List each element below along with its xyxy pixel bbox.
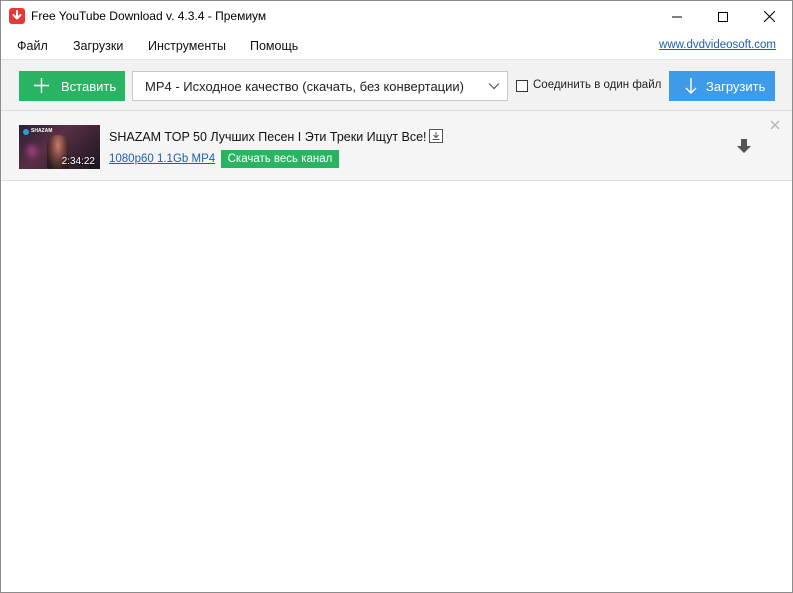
video-thumbnail: SHAZAM 2:34:22 [19, 125, 100, 169]
maximize-button[interactable] [700, 1, 746, 32]
video-title: SHAZAM TOP 50 Лучших Песен I Эти Треки И… [109, 130, 427, 144]
maximize-icon [718, 11, 728, 22]
format-select[interactable]: MP4 - Исходное качество (скачать, без ко… [132, 71, 508, 101]
paste-button-label: Вставить [61, 79, 117, 94]
list-item[interactable]: SHAZAM 2:34:22 SHAZAM TOP 50 Лучших Песе… [1, 111, 792, 181]
close-button[interactable] [746, 1, 792, 32]
menu-tools[interactable]: Инструменты [148, 39, 226, 53]
shazam-logo-icon [23, 129, 29, 135]
paste-button[interactable]: Вставить [19, 71, 125, 101]
download-arrow-icon[interactable] [736, 138, 752, 154]
video-quality-link[interactable]: 1080p60 1.1Gb MP4 [109, 153, 215, 165]
menu-file[interactable]: Файл [17, 39, 48, 53]
arrow-down-icon [685, 78, 697, 94]
format-select-value: MP4 - Исходное качество (скачать, без ко… [145, 79, 464, 94]
title-bar: Free YouTube Download v. 4.3.4 - Премиум [1, 1, 792, 32]
download-button[interactable]: Загрузить [669, 71, 775, 101]
download-list: SHAZAM 2:34:22 SHAZAM TOP 50 Лучших Песе… [1, 111, 792, 592]
download-channel-button[interactable]: Скачать весь канал [221, 150, 339, 168]
toolbar: Вставить MP4 - Исходное качество (скачат… [1, 59, 792, 111]
minimize-icon [672, 16, 682, 17]
thumbnail-glow [27, 145, 37, 157]
menu-bar: Файл Загрузки Инструменты Помощь www.dvd… [1, 32, 792, 59]
minimize-button[interactable] [654, 1, 700, 32]
app-window: Free YouTube Download v. 4.3.4 - Премиум… [0, 0, 793, 593]
remove-item-icon[interactable] [769, 119, 781, 131]
join-checkbox[interactable] [516, 80, 528, 92]
join-checkbox-label: Соединить в один файл [533, 79, 662, 91]
menu-help[interactable]: Помощь [250, 39, 298, 53]
thumbnail-brand: SHAZAM [31, 128, 53, 134]
video-duration: 2:34:22 [61, 156, 95, 167]
window-title: Free YouTube Download v. 4.3.4 - Премиум [31, 9, 267, 23]
app-download-icon [9, 8, 25, 24]
file-info-icon[interactable] [429, 129, 443, 143]
site-link[interactable]: www.dvdvideosoft.com [659, 39, 776, 51]
download-button-label: Загрузить [706, 79, 766, 94]
close-icon [763, 11, 775, 22]
plus-icon [34, 78, 49, 93]
chevron-down-icon [488, 83, 500, 90]
menu-downloads[interactable]: Загрузки [73, 39, 123, 53]
